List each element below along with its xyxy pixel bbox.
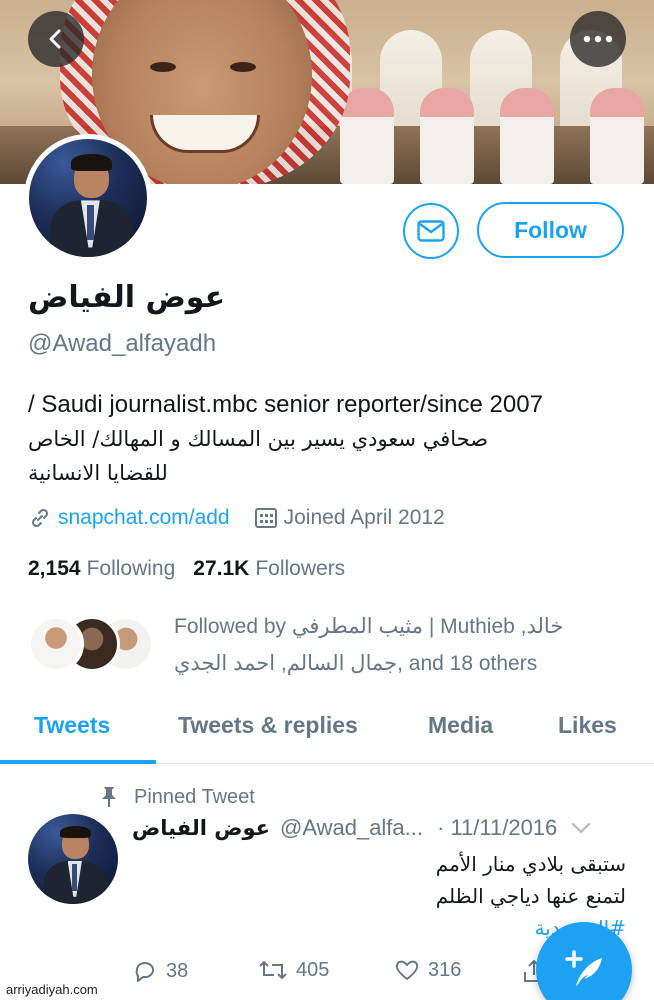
tweet-line-1: ستبقى بلادي منار الأمم [435,852,626,876]
followed-by-avatars[interactable] [28,616,158,676]
profile-avatar[interactable] [24,134,152,262]
bio-line-arabic-2: للقضايا الانسانية [28,461,168,485]
bio-line-arabic-1: صحافي سعودي يسير بين المسالك و المهالك/ … [28,427,489,451]
profile-bio: / Saudi journalist.mbc senior reporter/s… [28,388,628,490]
site-watermark: arriyadiyah.com [4,982,100,997]
tab-likes[interactable]: Likes [558,712,617,739]
following-label: Following [86,557,176,580]
retweet-count: 405 [296,958,330,981]
followers-stat[interactable]: 27.1K Followers [193,557,345,581]
retweet-icon [259,960,287,980]
reply-button[interactable]: 38 [132,958,188,984]
tab-tweets-replies[interactable]: Tweets & replies [178,712,358,739]
retweet-button[interactable]: 405 [258,958,329,982]
tweet-author-name[interactable]: عوض الفياض [132,816,270,840]
tab-media[interactable]: Media [428,712,493,739]
pinned-tweet-label: Pinned Tweet [96,784,255,810]
follow-button[interactable]: Follow [477,202,624,258]
followers-label: Followers [255,557,346,580]
chevron-down-icon[interactable] [571,822,591,834]
compose-tweet-icon [565,950,602,986]
profile-tabs: Tweets Tweets & replies Media Likes [0,700,654,764]
tab-tweets[interactable]: Tweets [34,712,110,739]
message-button[interactable] [403,203,459,259]
like-count: 316 [428,958,462,981]
reply-count: 38 [166,959,189,982]
following-count: 2,154 [28,557,81,580]
followed-by-line-2: جمال السالم, احمد الجدي, and 18 others [174,652,538,675]
profile-meta: snapchat.com/add Joined April 2012 [28,506,445,530]
chevron-left-icon [49,29,61,49]
tweet-date[interactable]: · 11/11/2016 [437,815,557,841]
profile-display-name: عوض الفياض [28,280,226,315]
followed-by-line-1: Followed by مثيب المطرفي | Muthieb ,خالد [174,615,564,638]
tweet-line-2: لتمنع عنها دياجي الظلم [435,884,626,908]
tweet-header: عوض الفياض @Awad_alfa... · 11/11/2016 [132,815,632,841]
heart-icon [395,960,419,980]
like-button[interactable]: 316 [394,958,461,982]
profile-handle: @Awad_alfayadh [28,330,217,357]
tweet-author-avatar[interactable] [28,814,118,904]
pin-icon [96,784,122,810]
active-tab-indicator [0,760,156,764]
envelope-icon [417,220,445,242]
link-icon [28,506,52,530]
profile-link[interactable]: snapchat.com/add [58,506,230,530]
calendar-icon [254,506,278,530]
more-horizontal-icon [583,35,613,43]
more-options-button[interactable] [570,11,626,67]
follow-stats: 2,154 Following 27.1K Followers [28,557,345,581]
pinned-text: Pinned Tweet [134,785,255,808]
bio-line-english: / Saudi journalist.mbc senior reporter/s… [28,391,543,418]
tweet-author-handle[interactable]: @Awad_alfa... [280,815,423,841]
following-stat[interactable]: 2,154 Following [28,557,175,581]
reply-icon [135,962,154,982]
back-button[interactable] [28,11,84,67]
followers-count: 27.1K [193,557,250,580]
joined-date: Joined April 2012 [283,506,445,529]
followed-by-text[interactable]: Followed by مثيب المطرفي | Muthieb ,خالد… [174,608,624,682]
